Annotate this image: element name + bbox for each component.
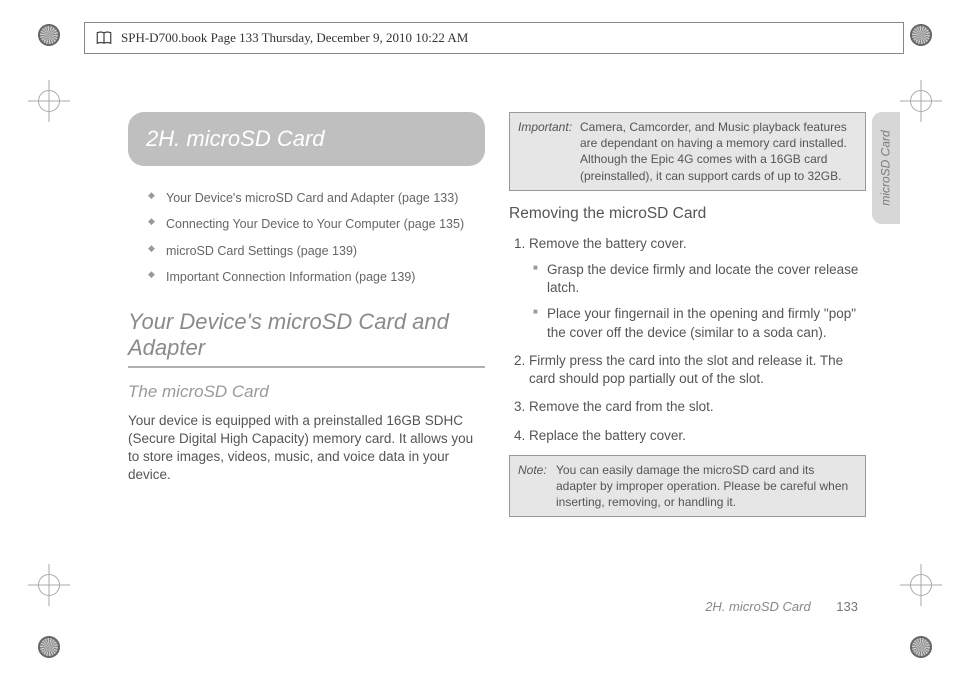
callout-text: Camera, Camcorder, and Music playback fe… xyxy=(580,119,857,184)
callout-label: Important: xyxy=(518,119,578,135)
section-heading: Your Device's microSD Card and Adapter xyxy=(128,309,485,362)
side-tab-label: microSD Card xyxy=(879,130,893,205)
steps-list: Remove the battery cover. Grasp the devi… xyxy=(509,235,866,445)
registration-mark-icon xyxy=(38,636,60,658)
toc-item: microSD Card Settings (page 139) xyxy=(148,243,485,259)
page-footer: 2H. microSD Card 133 xyxy=(705,599,858,614)
footer-label: 2H. microSD Card xyxy=(705,599,810,614)
step-item: Remove the battery cover. Grasp the devi… xyxy=(529,235,866,342)
important-callout: Important: Camera, Camcorder, and Music … xyxy=(509,112,866,191)
body-paragraph: Your device is equipped with a preinstal… xyxy=(128,412,485,485)
header-text: SPH-D700.book Page 133 Thursday, Decembe… xyxy=(121,30,468,46)
callout-label: Note: xyxy=(518,462,554,478)
callout-text: You can easily damage the microSD card a… xyxy=(556,462,857,511)
registration-mark-icon xyxy=(910,636,932,658)
registration-mark-icon xyxy=(910,24,932,46)
right-column: Important: Camera, Camcorder, and Music … xyxy=(509,112,866,622)
toc-item: Your Device's microSD Card and Adapter (… xyxy=(148,190,485,206)
left-column: 2H. microSD Card Your Device's microSD C… xyxy=(128,112,485,622)
note-callout: Note: You can easily damage the microSD … xyxy=(509,455,866,518)
side-tab: microSD Card xyxy=(872,112,900,224)
subsection-heading: Removing the microSD Card xyxy=(509,205,866,223)
chapter-title: microSD Card xyxy=(186,126,324,151)
crop-cross-icon xyxy=(900,80,942,122)
step-text: Remove the battery cover. xyxy=(529,236,687,251)
chapter-number: 2H. xyxy=(146,126,180,151)
page-content: 2H. microSD Card Your Device's microSD C… xyxy=(128,112,866,622)
section-rule xyxy=(128,366,485,368)
table-of-contents: Your Device's microSD Card and Adapter (… xyxy=(148,190,485,285)
book-icon xyxy=(95,29,113,47)
crop-cross-icon xyxy=(28,564,70,606)
crop-cross-icon xyxy=(28,80,70,122)
substeps-list: Grasp the device firmly and locate the c… xyxy=(529,261,866,342)
substep-item: Grasp the device firmly and locate the c… xyxy=(533,261,866,297)
substep-item: Place your fingernail in the opening and… xyxy=(533,305,866,341)
page-number: 133 xyxy=(836,599,858,614)
registration-mark-icon xyxy=(38,24,60,46)
subsection-heading: The microSD Card xyxy=(128,382,485,402)
crop-cross-icon xyxy=(900,564,942,606)
step-item: Remove the card from the slot. xyxy=(529,398,866,416)
step-item: Replace the battery cover. xyxy=(529,427,866,445)
page-header: SPH-D700.book Page 133 Thursday, Decembe… xyxy=(84,22,904,54)
chapter-heading: 2H. microSD Card xyxy=(128,112,485,166)
toc-item: Important Connection Information (page 1… xyxy=(148,269,485,285)
toc-item: Connecting Your Device to Your Computer … xyxy=(148,216,485,232)
step-item: Firmly press the card into the slot and … xyxy=(529,352,866,388)
